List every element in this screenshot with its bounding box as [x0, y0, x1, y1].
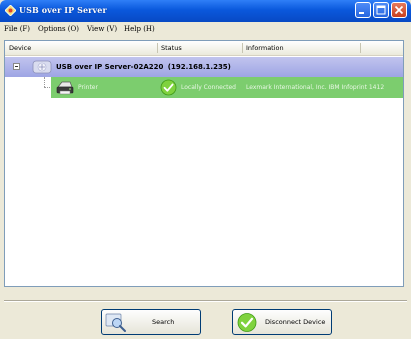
menu-options[interactable]: Options (O) — [38, 25, 79, 33]
search-button-label: Search — [152, 318, 175, 326]
minimize-icon — [359, 12, 364, 14]
close-icon — [394, 5, 404, 15]
list-header: Device Status Information — [5, 41, 403, 56]
device-status: Locally Connected — [181, 84, 236, 91]
column-header-status[interactable]: Status — [161, 44, 182, 52]
device-information: Lexmark International, Inc. IBM Infoprin… — [246, 84, 385, 91]
search-button[interactable]: Search — [101, 309, 201, 335]
maximize-button[interactable] — [373, 2, 389, 18]
menu-view[interactable]: View (V) — [87, 25, 117, 33]
tree-connector — [44, 77, 45, 87]
column-header-device[interactable]: Device — [9, 44, 31, 52]
minimize-button[interactable] — [355, 2, 371, 18]
close-button[interactable] — [391, 2, 407, 18]
device-row[interactable]: Printer Locally Connected Lexmark Intern… — [51, 77, 403, 98]
disconnect-button-label: Disconnect Device — [265, 318, 326, 326]
disconnect-device-button[interactable]: Disconnect Device — [232, 309, 332, 335]
column-header-information[interactable]: Information — [246, 44, 284, 52]
server-address: (192.168.1.235) — [167, 63, 231, 71]
window-title: USB over IP Server — [19, 5, 107, 15]
server-row[interactable]: USB over IP Server-02A220 (192.168.1.235… — [5, 57, 403, 77]
maximize-icon — [376, 5, 386, 15]
divider — [4, 300, 407, 302]
device-list[interactable]: Device Status Information USB over IP Se… — [4, 40, 404, 287]
server-icon — [32, 60, 52, 74]
collapse-toggle[interactable] — [13, 63, 20, 70]
server-name: USB over IP Server-02A220 — [56, 63, 164, 71]
menu-bar: File (F) Options (O) View (V) Help (H) — [0, 22, 411, 37]
connected-check-icon — [160, 79, 177, 96]
device-name: Printer — [78, 84, 98, 91]
column-divider[interactable] — [360, 43, 361, 53]
column-divider[interactable] — [242, 43, 243, 53]
printer-icon — [56, 81, 74, 95]
disconnect-check-icon — [237, 313, 257, 332]
app-window: USB over IP Server File (F) Options (O) … — [0, 0, 411, 339]
menu-help[interactable]: Help (H) — [124, 25, 155, 33]
search-icon — [105, 313, 126, 332]
menu-file[interactable]: File (F) — [4, 25, 30, 33]
column-divider[interactable] — [157, 43, 158, 53]
title-bar[interactable]: USB over IP Server — [0, 0, 411, 22]
app-icon — [5, 5, 16, 16]
server-label: USB over IP Server-02A220 (192.168.1.235… — [56, 63, 231, 71]
